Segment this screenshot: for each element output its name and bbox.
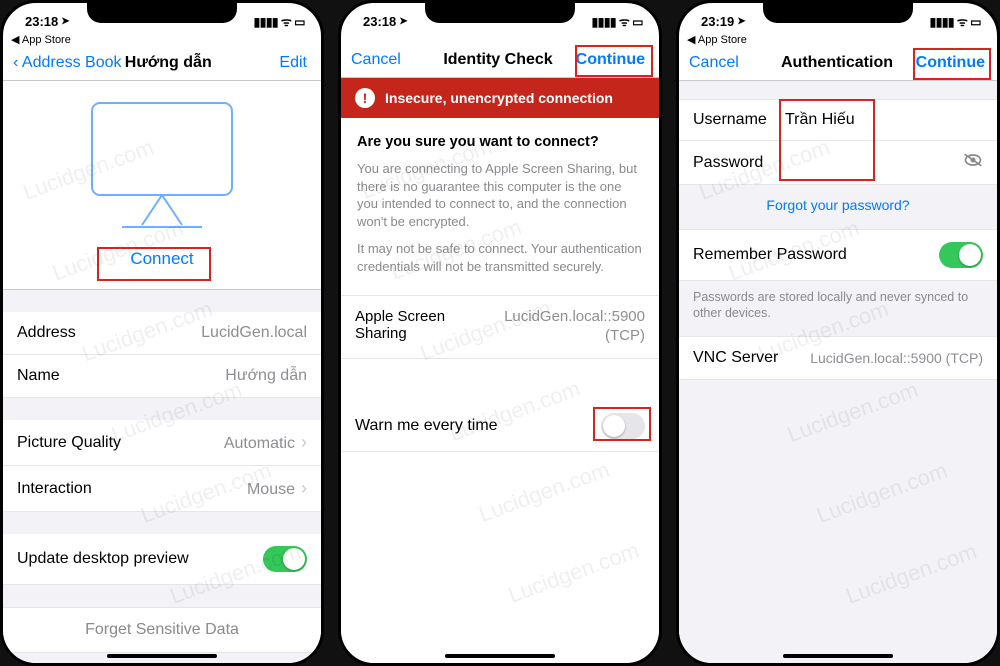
location-icon: ➤ bbox=[737, 16, 745, 27]
cancel-button[interactable]: Cancel bbox=[689, 54, 781, 72]
hero-preview: Connect bbox=[3, 81, 321, 290]
eye-off-icon[interactable] bbox=[963, 152, 983, 173]
phone-2-identity-check: 23:18 ➤ ▮▮▮▮ ᯤ ▭ Cancel Identity Check C… bbox=[338, 0, 662, 666]
status-time-text: 23:18 bbox=[363, 14, 396, 29]
monitor-icon bbox=[77, 95, 247, 235]
location-icon: ➤ bbox=[399, 16, 407, 27]
password-label: Password bbox=[693, 154, 785, 172]
warn-every-time-label: Warn me every time bbox=[355, 417, 498, 435]
interaction-label: Interaction bbox=[17, 480, 92, 498]
highlight-credentials bbox=[779, 99, 875, 181]
row-password[interactable]: Password bbox=[679, 141, 997, 185]
confirm-question: Are you sure you want to connect? bbox=[357, 134, 643, 150]
status-network-icons: ▮▮▮▮ ᯤ ▭ bbox=[254, 13, 305, 30]
row-name[interactable]: Name Hướng dẫn bbox=[3, 355, 321, 398]
vnc-server-value: LucidGen.local::5900 (TCP) bbox=[810, 350, 983, 366]
highlight-continue bbox=[913, 48, 991, 80]
password-storage-note: Passwords are stored locally and never s… bbox=[679, 281, 997, 336]
row-warn-toggle: Warn me every time bbox=[341, 401, 659, 452]
status-time-text: 23:18 bbox=[25, 14, 58, 29]
row-remember-password: Remember Password bbox=[679, 229, 997, 281]
warning-icon: ! bbox=[355, 88, 375, 108]
nav-title: Hướng dẫn bbox=[122, 54, 216, 72]
content-area: ! Insecure, unencrypted connection Are y… bbox=[341, 78, 659, 663]
notch bbox=[763, 3, 913, 23]
username-label: Username bbox=[693, 111, 785, 129]
phone-1-settings: 23:18 ➤ ▮▮▮▮ ᯤ ▭ ◀︎ App Store ‹ Address … bbox=[0, 0, 324, 666]
service-value: LucidGen.local::5900 (TCP) bbox=[495, 308, 645, 346]
highlight-continue bbox=[575, 45, 653, 77]
back-to-app[interactable]: ◀︎ App Store bbox=[679, 33, 997, 48]
notch bbox=[425, 3, 575, 23]
nav-title: Authentication bbox=[781, 54, 893, 72]
status-time: 23:18 ➤ bbox=[25, 14, 70, 29]
remember-password-toggle[interactable] bbox=[939, 242, 983, 268]
warning-paragraph-1: You are connecting to Apple Screen Shari… bbox=[357, 160, 643, 230]
phone-3-authentication: 23:19 ➤ ▮▮▮▮ ᯤ ▭ ◀︎ App Store Cancel Aut… bbox=[676, 0, 1000, 666]
insecure-banner: ! Insecure, unencrypted connection bbox=[341, 78, 659, 118]
status-time-text: 23:19 bbox=[701, 14, 734, 29]
row-vnc-server: VNC Server LucidGen.local::5900 (TCP) bbox=[679, 336, 997, 380]
home-indicator[interactable] bbox=[783, 654, 893, 658]
status-network-icons: ▮▮▮▮ ᯤ ▭ bbox=[592, 13, 643, 30]
name-value: Hướng dẫn bbox=[225, 367, 307, 385]
location-icon: ➤ bbox=[61, 16, 69, 27]
interaction-value: Mouse bbox=[247, 481, 295, 498]
forgot-password-link[interactable]: Forgot your password? bbox=[679, 185, 997, 229]
status-network-icons: ▮▮▮▮ ᯤ ▭ bbox=[930, 13, 981, 30]
back-to-app-label: App Store bbox=[698, 34, 747, 46]
content-area: Username Trần Hiếu Password Forgot your … bbox=[679, 81, 997, 663]
chevron-right-icon: › bbox=[301, 432, 307, 452]
highlight-connect bbox=[97, 247, 211, 281]
back-to-app[interactable]: ◀︎ App Store bbox=[3, 33, 321, 48]
warning-text-block: Are you sure you want to connect? You ar… bbox=[341, 118, 659, 295]
address-label: Address bbox=[17, 324, 76, 342]
nav-bar: Cancel Authentication Continue bbox=[679, 48, 997, 81]
nav-title: Identity Check bbox=[443, 51, 553, 69]
service-label: Apple Screen Sharing bbox=[355, 308, 495, 346]
status-time: 23:18 ➤ bbox=[363, 14, 408, 29]
warning-paragraph-2: It may not be safe to connect. Your auth… bbox=[357, 240, 643, 275]
row-service: Apple Screen Sharing LucidGen.local::590… bbox=[341, 295, 659, 359]
back-to-app-label: App Store bbox=[22, 34, 71, 46]
home-indicator[interactable] bbox=[107, 654, 217, 658]
home-indicator[interactable] bbox=[445, 654, 555, 658]
row-picture-quality[interactable]: Picture Quality Automatic › bbox=[3, 420, 321, 466]
nav-edit-button[interactable]: Edit bbox=[215, 54, 307, 72]
forget-sensitive-data-button[interactable]: Forget Sensitive Data bbox=[3, 607, 321, 653]
nav-back-label: Address Book bbox=[22, 54, 122, 71]
cancel-button[interactable]: Cancel bbox=[351, 51, 443, 69]
insecure-banner-text: Insecure, unencrypted connection bbox=[385, 90, 613, 106]
highlight-warn-toggle bbox=[593, 407, 651, 441]
row-address[interactable]: Address LucidGen.local bbox=[3, 312, 321, 355]
name-label: Name bbox=[17, 367, 60, 385]
vnc-server-label: VNC Server bbox=[693, 349, 778, 367]
update-preview-toggle[interactable] bbox=[263, 546, 307, 572]
remember-password-label: Remember Password bbox=[693, 246, 847, 264]
nav-bar: Cancel Identity Check Continue bbox=[341, 45, 659, 78]
content-area: Connect Address LucidGen.local Name Hướn… bbox=[3, 81, 321, 663]
pq-value: Automatic bbox=[224, 435, 295, 452]
pq-label: Picture Quality bbox=[17, 434, 121, 452]
chevron-right-icon: › bbox=[301, 478, 307, 498]
status-time: 23:19 ➤ bbox=[701, 14, 746, 29]
update-preview-label: Update desktop preview bbox=[17, 550, 189, 568]
row-update-preview: Update desktop preview bbox=[3, 534, 321, 585]
notch bbox=[87, 3, 237, 23]
row-interaction[interactable]: Interaction Mouse › bbox=[3, 466, 321, 512]
address-value: LucidGen.local bbox=[201, 324, 307, 342]
nav-back-button[interactable]: ‹ Address Book bbox=[13, 54, 122, 72]
nav-bar: ‹ Address Book Hướng dẫn Edit bbox=[3, 48, 321, 81]
